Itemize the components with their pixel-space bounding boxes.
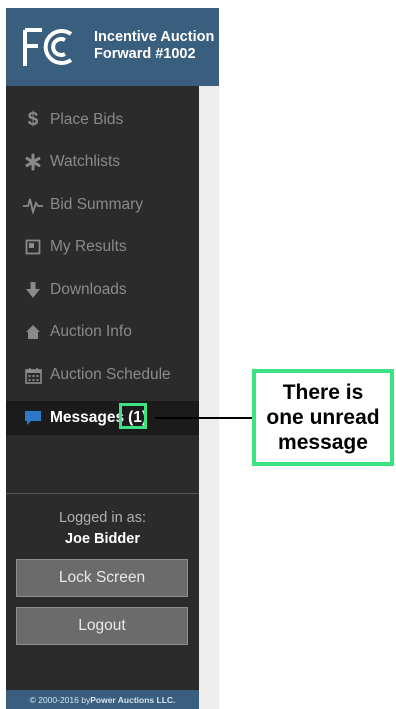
- nav-item-label: Bid Summary: [50, 196, 144, 213]
- badge-highlight-box: [119, 403, 147, 429]
- user-name: Joe Bidder: [65, 531, 140, 547]
- callout-text: There is one unread message: [266, 381, 380, 454]
- content-area-edge: [199, 86, 219, 709]
- download-arrow-icon: [22, 281, 44, 299]
- sidebar-divider: [6, 493, 199, 494]
- copyright-prefix: © 2000-2016 by: [29, 694, 91, 705]
- nav-item-auction-info[interactable]: Auction Info: [6, 315, 199, 349]
- lock-screen-button[interactable]: Lock Screen: [16, 559, 188, 597]
- nav-item-downloads[interactable]: Downloads: [6, 273, 199, 307]
- sidebar: Incentive Auction Forward #1002 $ Place …: [6, 8, 214, 709]
- nav-item-label: Auction Info: [50, 323, 132, 340]
- fcc-logo: [23, 28, 73, 66]
- nav-item-label: My Results: [50, 238, 127, 255]
- copyright-footer: © 2000-2016 by Power Auctions LLC.: [6, 690, 199, 709]
- nav-item-watchlists[interactable]: Watchlists: [6, 145, 199, 179]
- callout-connector-line: [155, 417, 252, 419]
- app-title: Incentive Auction Forward #1002: [94, 29, 214, 63]
- message-icon: [22, 410, 44, 426]
- calendar-icon: [22, 367, 44, 384]
- nav-item-label: Watchlists: [50, 153, 121, 170]
- dollar-icon: $: [27, 109, 39, 130]
- logged-in-label: Logged in as:: [58, 510, 147, 526]
- copyright-company: Power Auctions LLC.: [90, 694, 176, 705]
- nav-item-auction-schedule[interactable]: Auction Schedule: [6, 358, 199, 392]
- nav-item-label: Place Bids: [50, 111, 124, 128]
- nav-item-label: Messages: [50, 409, 125, 426]
- nav-item-my-results[interactable]: My Results: [6, 230, 199, 264]
- document-icon: [22, 239, 44, 255]
- app-header: Incentive Auction Forward #1002: [6, 8, 214, 86]
- app-title-line2: Forward #1002: [94, 46, 196, 62]
- pulse-icon: [22, 196, 44, 214]
- home-icon: [22, 324, 44, 340]
- nav-item-label: Downloads: [50, 281, 127, 298]
- nav-item-bid-summary[interactable]: Bid Summary: [6, 188, 199, 222]
- nav-item-place-bids[interactable]: $ Place Bids: [6, 103, 199, 137]
- app-title-line1: Incentive Auction: [94, 29, 215, 45]
- logout-button[interactable]: Logout: [16, 607, 188, 645]
- asterisk-icon: [22, 153, 44, 171]
- annotation-callout: There is one unread message: [252, 369, 394, 466]
- nav-item-label: Auction Schedule: [50, 366, 171, 383]
